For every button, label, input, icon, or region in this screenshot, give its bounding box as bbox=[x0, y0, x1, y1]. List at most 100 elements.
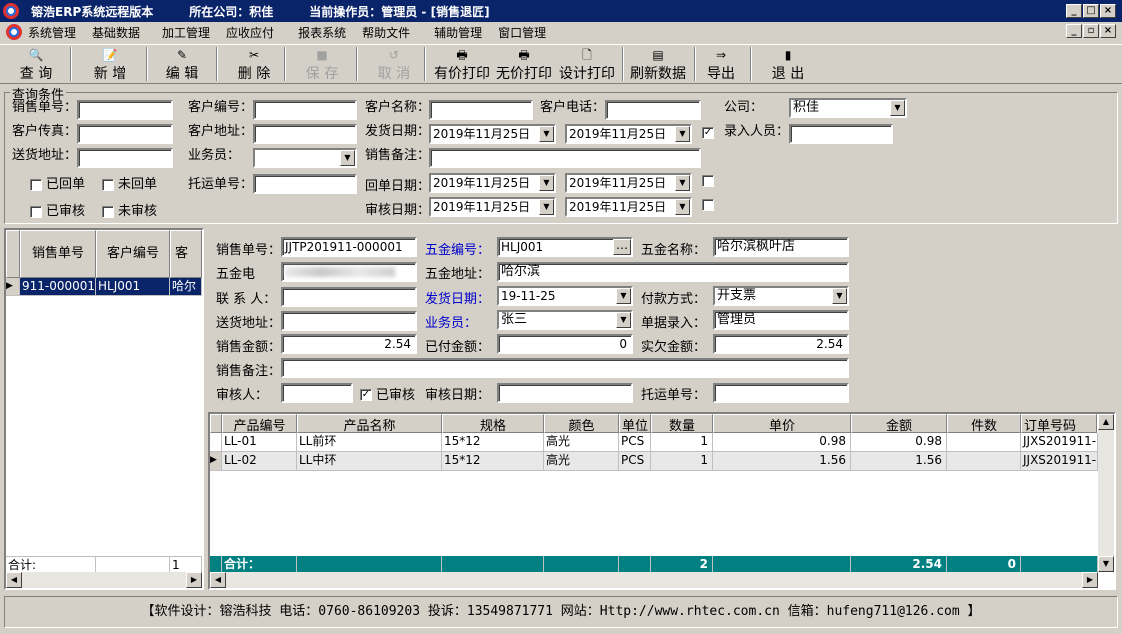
filter-audit-date-checkbox[interactable] bbox=[702, 199, 714, 211]
items-grid[interactable]: 产品编号 产品名称 规格 颜色 单位 数量 单价 金额 件数 订单号码 ▲ ▼ … bbox=[208, 412, 1116, 590]
item-code[interactable]: LL-01 bbox=[222, 433, 297, 452]
filter-return-date-checkbox[interactable] bbox=[702, 175, 714, 187]
scroll-left-icon[interactable]: ◀ bbox=[6, 572, 22, 588]
menu-window[interactable]: 窗口管理 bbox=[490, 24, 554, 41]
filter-salesman-select[interactable]: ▼ bbox=[253, 148, 357, 168]
new-button[interactable]: 📝 新 增 bbox=[88, 48, 132, 82]
col-color[interactable]: 颜色 bbox=[544, 414, 619, 433]
filter-deliver-addr-input[interactable] bbox=[77, 148, 173, 168]
close-icon[interactable]: × bbox=[1100, 4, 1116, 18]
detail-salesman-select[interactable]: 张三 ▼ bbox=[497, 310, 633, 330]
design-print-button[interactable]: 🗋 设计打印 bbox=[557, 48, 617, 82]
item-name[interactable]: LL中环 bbox=[297, 452, 442, 471]
detail-amount-input[interactable]: 2.54 bbox=[281, 334, 417, 354]
menu-system[interactable]: 系统管理 bbox=[24, 24, 84, 41]
item-code[interactable]: LL-02 bbox=[222, 452, 297, 471]
list-item-sales-no[interactable]: 911-000001 bbox=[20, 278, 96, 296]
filter-company-select[interactable]: 积佳 ▼ bbox=[789, 98, 907, 118]
detail-sales-no-input[interactable]: JJTP201911-000001 bbox=[281, 237, 417, 257]
minimize-icon[interactable]: _ bbox=[1066, 4, 1082, 18]
item-color[interactable]: 高光 bbox=[544, 433, 619, 452]
scroll-down-icon[interactable]: ▼ bbox=[1098, 556, 1114, 572]
detail-hw-no-input[interactable]: HLJ001… bbox=[497, 237, 633, 257]
menu-base-data[interactable]: 基础数据 bbox=[84, 24, 148, 41]
col-unit[interactable]: 单位 bbox=[619, 414, 651, 433]
exit-button[interactable]: ▮ 退 出 bbox=[766, 48, 810, 82]
export-button[interactable]: ⇒ 导出 bbox=[704, 48, 738, 82]
print-noprice-button[interactable]: 🖶 无价打印 bbox=[494, 48, 554, 82]
filter-cust-name-input[interactable] bbox=[429, 100, 533, 120]
maximize-icon[interactable]: □ bbox=[1083, 4, 1099, 18]
filter-not-returned-checkbox[interactable] bbox=[102, 179, 114, 191]
items-vscrollbar[interactable] bbox=[1098, 430, 1114, 558]
col-amount[interactable]: 金额 bbox=[851, 414, 947, 433]
filter-return-from-date[interactable]: 2019年11月25日 ▼ bbox=[429, 173, 556, 193]
menu-receivable[interactable]: 应收应付 bbox=[218, 24, 282, 41]
item-qty[interactable]: 1 bbox=[651, 433, 713, 452]
detail-deliver-input[interactable] bbox=[281, 311, 417, 331]
menu-processing[interactable]: 加工管理 bbox=[154, 24, 218, 41]
detail-hw-addr-input[interactable]: 哈尔滨 bbox=[497, 262, 849, 282]
filter-audit-from-date[interactable]: 2019年11月25日 ▼ bbox=[429, 197, 556, 217]
filter-returned-checkbox[interactable] bbox=[30, 179, 42, 191]
scroll-up-icon[interactable]: ▲ bbox=[1098, 414, 1114, 430]
ellipsis-icon[interactable]: … bbox=[613, 239, 631, 255]
scroll-right-icon[interactable]: ▶ bbox=[1082, 572, 1098, 588]
filter-sales-no-input[interactable] bbox=[77, 100, 173, 120]
detail-owed-input[interactable]: 2.54 bbox=[713, 334, 849, 354]
detail-ship-date-select[interactable]: 19-11-25 ▼ bbox=[497, 286, 633, 306]
detail-hw-phone-input[interactable] bbox=[281, 262, 417, 282]
detail-auditor-input[interactable] bbox=[281, 383, 353, 403]
col-cust-name[interactable]: 客 bbox=[170, 230, 202, 278]
detail-audit-date-input[interactable] bbox=[497, 383, 633, 403]
child-minimize-icon[interactable]: _ bbox=[1066, 24, 1082, 38]
detail-note-input[interactable] bbox=[281, 358, 849, 378]
query-button[interactable]: 🔍 查 询 bbox=[14, 48, 58, 82]
col-product-code[interactable]: 产品编号 bbox=[222, 414, 297, 433]
delete-button[interactable]: ✂ 删 除 bbox=[232, 48, 276, 82]
col-sales-no[interactable]: 销售单号 bbox=[20, 230, 96, 278]
filter-ship-from-date[interactable]: 2019年11月25日 ▼ bbox=[429, 124, 556, 144]
filter-return-to-date[interactable]: 2019年11月25日 ▼ bbox=[565, 173, 692, 193]
scroll-right-icon[interactable]: ▶ bbox=[186, 572, 202, 588]
list-item-cust-name[interactable]: 哈尔 bbox=[170, 278, 202, 296]
col-spec[interactable]: 规格 bbox=[442, 414, 544, 433]
item-price[interactable]: 1.56 bbox=[713, 452, 851, 471]
print-price-button[interactable]: 🖶 有价打印 bbox=[432, 48, 492, 82]
item-unit[interactable]: PCS bbox=[619, 452, 651, 471]
filter-cust-addr-input[interactable] bbox=[253, 124, 357, 144]
col-order-no[interactable]: 订单号码 bbox=[1021, 414, 1097, 433]
filter-audit-to-date[interactable]: 2019年11月25日 ▼ bbox=[565, 197, 692, 217]
filter-ship-to-date[interactable]: 2019年11月25日 ▼ bbox=[565, 124, 692, 144]
detail-hw-name-input[interactable]: 哈尔滨枫叶店 bbox=[713, 237, 849, 257]
item-order-no[interactable]: JJXS201911- bbox=[1021, 452, 1098, 471]
menu-help[interactable]: 帮助文件 bbox=[354, 24, 418, 41]
detail-paid-input[interactable]: 0 bbox=[497, 334, 633, 354]
item-spec[interactable]: 15*12 bbox=[442, 452, 544, 471]
child-restore-icon[interactable]: ▫ bbox=[1083, 24, 1099, 38]
scroll-left-icon[interactable]: ◀ bbox=[210, 572, 226, 588]
col-product-name[interactable]: 产品名称 bbox=[297, 414, 442, 433]
item-amount[interactable]: 0.98 bbox=[851, 433, 947, 452]
item-pieces[interactable] bbox=[947, 433, 1021, 452]
item-color[interactable]: 高光 bbox=[544, 452, 619, 471]
list-item-cust-no[interactable]: HLJ001 bbox=[96, 278, 170, 296]
edit-button[interactable]: ✎ 编 辑 bbox=[160, 48, 204, 82]
filter-cust-phone-input[interactable] bbox=[605, 100, 701, 120]
detail-consign-input[interactable] bbox=[713, 383, 849, 403]
cancel-button[interactable]: ↺ 取 消 bbox=[372, 48, 416, 82]
col-pieces[interactable]: 件数 bbox=[947, 414, 1021, 433]
filter-consign-input[interactable] bbox=[253, 174, 357, 194]
filter-entry-user-input[interactable] bbox=[789, 124, 893, 144]
col-qty[interactable]: 数量 bbox=[651, 414, 713, 433]
detail-pay-select[interactable]: 开支票 ▼ bbox=[713, 286, 849, 306]
menu-assist[interactable]: 辅助管理 bbox=[426, 24, 490, 41]
filter-cust-no-input[interactable] bbox=[253, 100, 357, 120]
col-cust-no[interactable]: 客户编号 bbox=[96, 230, 170, 278]
child-close-icon[interactable]: × bbox=[1100, 24, 1116, 38]
filter-sales-note-input[interactable] bbox=[429, 148, 701, 168]
item-pieces[interactable] bbox=[947, 452, 1021, 471]
item-price[interactable]: 0.98 bbox=[713, 433, 851, 452]
detail-audited-checkbox[interactable]: ✓ bbox=[360, 389, 372, 401]
item-unit[interactable]: PCS bbox=[619, 433, 651, 452]
